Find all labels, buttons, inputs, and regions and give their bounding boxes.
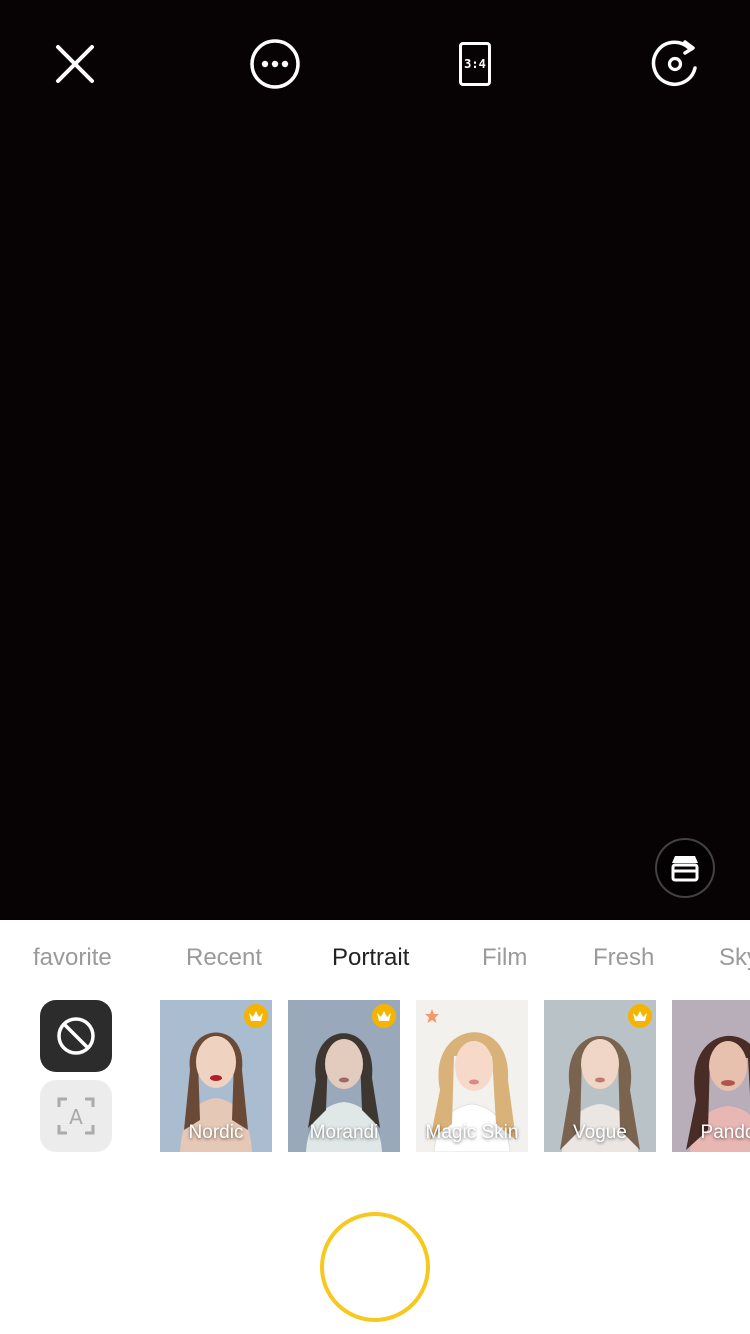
- store-button[interactable]: [655, 838, 715, 898]
- filter-label: Vogue: [573, 1122, 627, 1143]
- filter-category-tabs: favorite Recent Portrait Film Fresh Sky: [0, 920, 750, 1000]
- filter-strip: Nordic Morandi Magic Skin Vogue Pando: [0, 1000, 750, 1152]
- crown-icon: [377, 1011, 391, 1021]
- close-button[interactable]: [43, 32, 107, 96]
- close-icon: [56, 45, 94, 83]
- tab-film[interactable]: Film: [482, 944, 527, 972]
- aspect-ratio-button[interactable]: 3:4: [443, 32, 507, 96]
- aspect-ratio-label: 3:4: [464, 57, 486, 71]
- filter-vogue[interactable]: Vogue: [544, 1000, 656, 1152]
- filter-label: Morandi: [309, 1122, 379, 1143]
- filter-pando[interactable]: Pando: [672, 1000, 750, 1152]
- tab-sky[interactable]: Sky: [719, 944, 750, 972]
- tab-recent[interactable]: Recent: [186, 944, 262, 972]
- store-icon: [671, 856, 699, 882]
- flip-camera-button[interactable]: [643, 32, 707, 96]
- tab-fresh[interactable]: Fresh: [593, 944, 654, 972]
- filter-panel: favorite Recent Portrait Film Fresh Sky …: [0, 920, 750, 1334]
- filter-morandi[interactable]: Morandi: [288, 1000, 400, 1152]
- flip-camera-icon: [651, 40, 697, 86]
- filter-label: Pando: [700, 1122, 750, 1143]
- filter-label: Magic Skin: [425, 1122, 519, 1143]
- crown-badge: [372, 1004, 396, 1028]
- filter-label: Nordic: [188, 1122, 244, 1143]
- star-icon: [425, 1009, 439, 1023]
- more-icon: [250, 39, 300, 89]
- shutter-button[interactable]: [320, 1212, 430, 1322]
- crown-icon: [249, 1011, 263, 1021]
- filter-magic-skin[interactable]: Magic Skin: [416, 1000, 528, 1152]
- tab-portrait[interactable]: Portrait: [332, 944, 409, 972]
- crown-badge: [244, 1004, 268, 1028]
- tab-favorite[interactable]: favorite: [33, 944, 112, 972]
- aspect-ratio-icon: 3:4: [459, 42, 491, 86]
- more-button[interactable]: [243, 32, 307, 96]
- filter-nordic[interactable]: Nordic: [160, 1000, 272, 1152]
- camera-viewfinder[interactable]: 3:4: [0, 0, 750, 920]
- crown-badge: [628, 1004, 652, 1028]
- crown-icon: [633, 1011, 647, 1021]
